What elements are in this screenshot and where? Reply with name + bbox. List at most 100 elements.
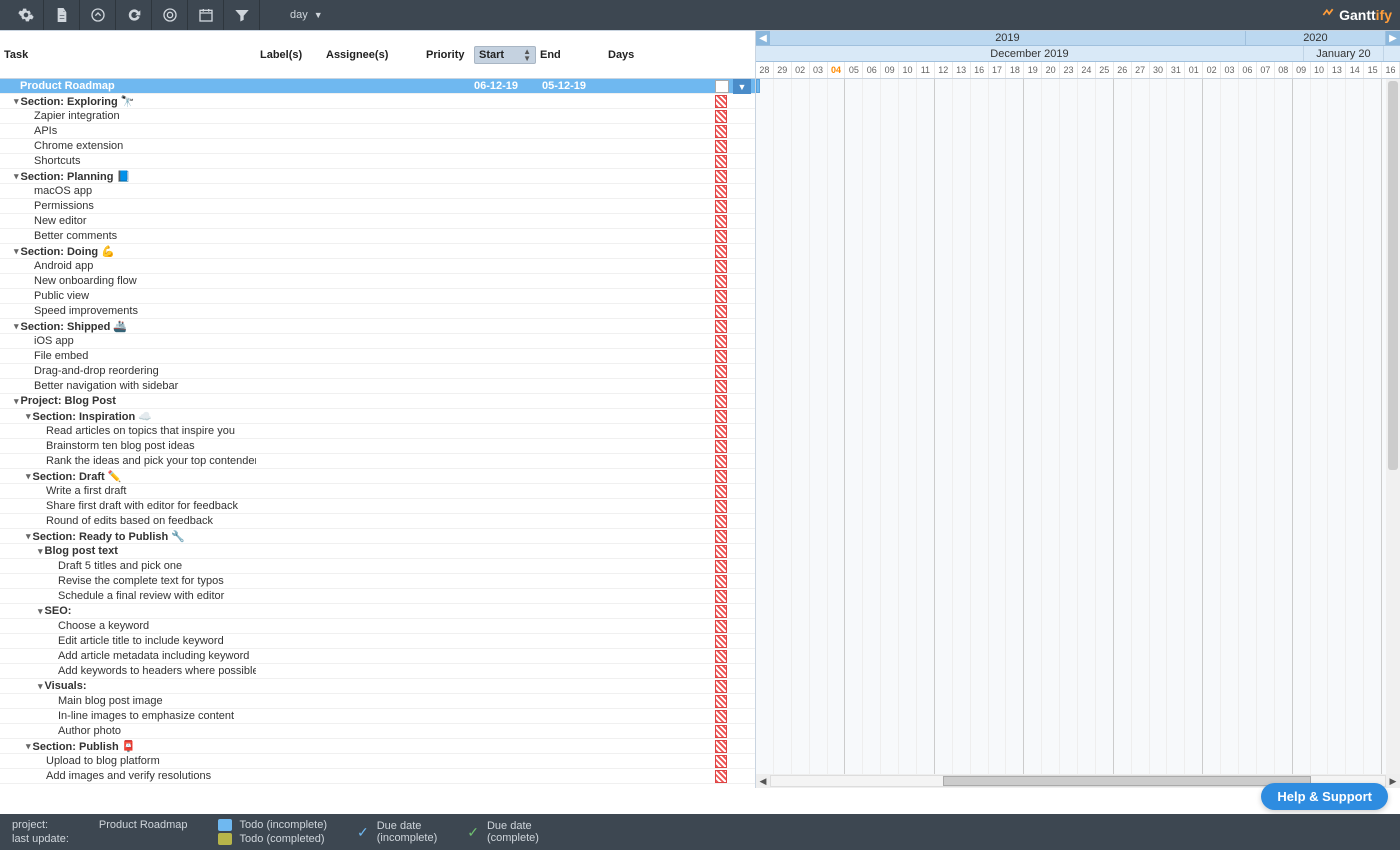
task-row[interactable]: ▾Section: Doing 💪: [0, 244, 755, 259]
gantt-bar-project[interactable]: [756, 79, 760, 93]
day-cell[interactable]: 03: [810, 62, 828, 78]
day-cell[interactable]: 07: [1257, 62, 1275, 78]
task-row[interactable]: ▾Section: Planning 📘: [0, 169, 755, 184]
col-priority[interactable]: Priority: [422, 49, 474, 61]
day-cell[interactable]: 17: [989, 62, 1007, 78]
hscroll-thumb[interactable]: [943, 776, 1311, 786]
task-row[interactable]: ▾Visuals:: [0, 679, 755, 694]
filter-icon[interactable]: [224, 0, 260, 30]
collapse-icon[interactable]: [80, 0, 116, 30]
day-cell[interactable]: 10: [899, 62, 917, 78]
day-cell[interactable]: 09: [881, 62, 899, 78]
task-row[interactable]: Speed improvements: [0, 304, 755, 319]
day-cell[interactable]: 18: [1006, 62, 1024, 78]
task-row[interactable]: ▾Section: Inspiration ☁️: [0, 409, 755, 424]
task-row[interactable]: Add article metadata including keyword: [0, 649, 755, 664]
day-cell[interactable]: 03: [1221, 62, 1239, 78]
search-zoom[interactable]: day ▼: [260, 8, 333, 22]
task-row[interactable]: Edit article title to include keyword: [0, 634, 755, 649]
col-label[interactable]: Label(s): [256, 49, 322, 61]
day-cell[interactable]: 02: [792, 62, 810, 78]
task-row[interactable]: Public view: [0, 289, 755, 304]
day-cell[interactable]: 16: [1382, 62, 1400, 78]
expand-caret[interactable]: ▾: [26, 531, 31, 542]
settings-icon[interactable]: [8, 0, 44, 30]
project-expand[interactable]: ▼: [733, 79, 751, 94]
col-days[interactable]: Days: [604, 49, 654, 61]
day-cell[interactable]: 23: [1060, 62, 1078, 78]
task-row[interactable]: Round of edits based on feedback: [0, 514, 755, 529]
task-row[interactable]: ▾SEO:: [0, 604, 755, 619]
day-cell[interactable]: 09: [1293, 62, 1311, 78]
task-row[interactable]: Better navigation with sidebar: [0, 379, 755, 394]
task-row[interactable]: Brainstorm ten blog post ideas: [0, 439, 755, 454]
day-cell[interactable]: 12: [935, 62, 953, 78]
task-row[interactable]: New onboarding flow: [0, 274, 755, 289]
scroll-left[interactable]: ◀: [756, 776, 770, 787]
day-cell[interactable]: 31: [1167, 62, 1185, 78]
day-cell[interactable]: 13: [953, 62, 971, 78]
scroll-right[interactable]: ▶: [1386, 776, 1400, 787]
col-end[interactable]: End: [536, 49, 604, 61]
day-cell[interactable]: 14: [1346, 62, 1364, 78]
year-next[interactable]: ▶: [1386, 31, 1400, 45]
day-cell[interactable]: 20: [1042, 62, 1060, 78]
expand-caret[interactable]: ▾: [26, 411, 31, 422]
day-cell[interactable]: 16: [971, 62, 989, 78]
expand-caret[interactable]: ▾: [14, 396, 19, 407]
day-cell[interactable]: 02: [1203, 62, 1221, 78]
project-row[interactable]: Product Roadmap06-12-1905-12-19▼: [0, 79, 755, 94]
year-cell[interactable]: 2020: [1246, 31, 1386, 45]
expand-caret[interactable]: ▾: [26, 471, 31, 482]
expand-caret[interactable]: ▾: [14, 96, 19, 107]
task-row[interactable]: Draft 5 titles and pick one: [0, 559, 755, 574]
task-row[interactable]: Read articles on topics that inspire you: [0, 424, 755, 439]
day-cell[interactable]: 25: [1096, 62, 1114, 78]
day-cell[interactable]: 26: [1114, 62, 1132, 78]
task-row[interactable]: Add images and verify resolutions: [0, 769, 755, 784]
day-cell[interactable]: 01: [1185, 62, 1203, 78]
col-start[interactable]: Start▲▼: [474, 46, 536, 64]
month-cell[interactable]: January 20: [1304, 46, 1384, 61]
task-row[interactable]: APIs: [0, 124, 755, 139]
task-row[interactable]: ▾Project: Blog Post: [0, 394, 755, 409]
task-row[interactable]: Share first draft with editor for feedba…: [0, 499, 755, 514]
day-cell[interactable]: 29: [774, 62, 792, 78]
task-row[interactable]: ▾Blog post text: [0, 544, 755, 559]
task-list[interactable]: Product Roadmap06-12-1905-12-19▼ ▾Section…: [0, 79, 755, 788]
day-cell[interactable]: 10: [1311, 62, 1329, 78]
day-cell[interactable]: 30: [1150, 62, 1168, 78]
task-row[interactable]: Choose a keyword: [0, 619, 755, 634]
task-row[interactable]: Permissions: [0, 199, 755, 214]
task-row[interactable]: Upload to blog platform: [0, 754, 755, 769]
task-row[interactable]: Shortcuts: [0, 154, 755, 169]
task-row[interactable]: Rank the ideas and pick your top contend…: [0, 454, 755, 469]
day-cell[interactable]: 06: [863, 62, 881, 78]
day-cell[interactable]: 05: [845, 62, 863, 78]
task-row[interactable]: Revise the complete text for typos: [0, 574, 755, 589]
day-cell[interactable]: 28: [756, 62, 774, 78]
task-row[interactable]: ▾Section: Ready to Publish 🔧: [0, 529, 755, 544]
expand-caret[interactable]: ▾: [14, 171, 19, 182]
expand-caret[interactable]: ▾: [38, 606, 43, 617]
expand-caret[interactable]: ▾: [38, 681, 43, 692]
task-row[interactable]: Author photo: [0, 724, 755, 739]
task-row[interactable]: File embed: [0, 349, 755, 364]
expand-caret[interactable]: ▾: [26, 741, 31, 752]
day-cell[interactable]: 06: [1239, 62, 1257, 78]
gantt-vscroll[interactable]: [1386, 79, 1400, 774]
gantt-body[interactable]: [756, 79, 1400, 774]
expand-caret[interactable]: ▾: [14, 321, 19, 332]
day-cell[interactable]: 19: [1024, 62, 1042, 78]
day-cell[interactable]: 04: [828, 62, 846, 78]
task-row[interactable]: New editor: [0, 214, 755, 229]
year-prev[interactable]: ◀: [756, 31, 770, 45]
project-checkbox[interactable]: [715, 80, 729, 93]
task-row[interactable]: ▾Section: Draft ✏️: [0, 469, 755, 484]
task-row[interactable]: In-line images to emphasize content: [0, 709, 755, 724]
year-cell[interactable]: 2019: [770, 31, 1246, 45]
vscroll-thumb[interactable]: [1388, 81, 1398, 470]
expand-caret[interactable]: ▾: [14, 246, 19, 257]
export-icon[interactable]: [44, 0, 80, 30]
day-cell[interactable]: 11: [917, 62, 935, 78]
